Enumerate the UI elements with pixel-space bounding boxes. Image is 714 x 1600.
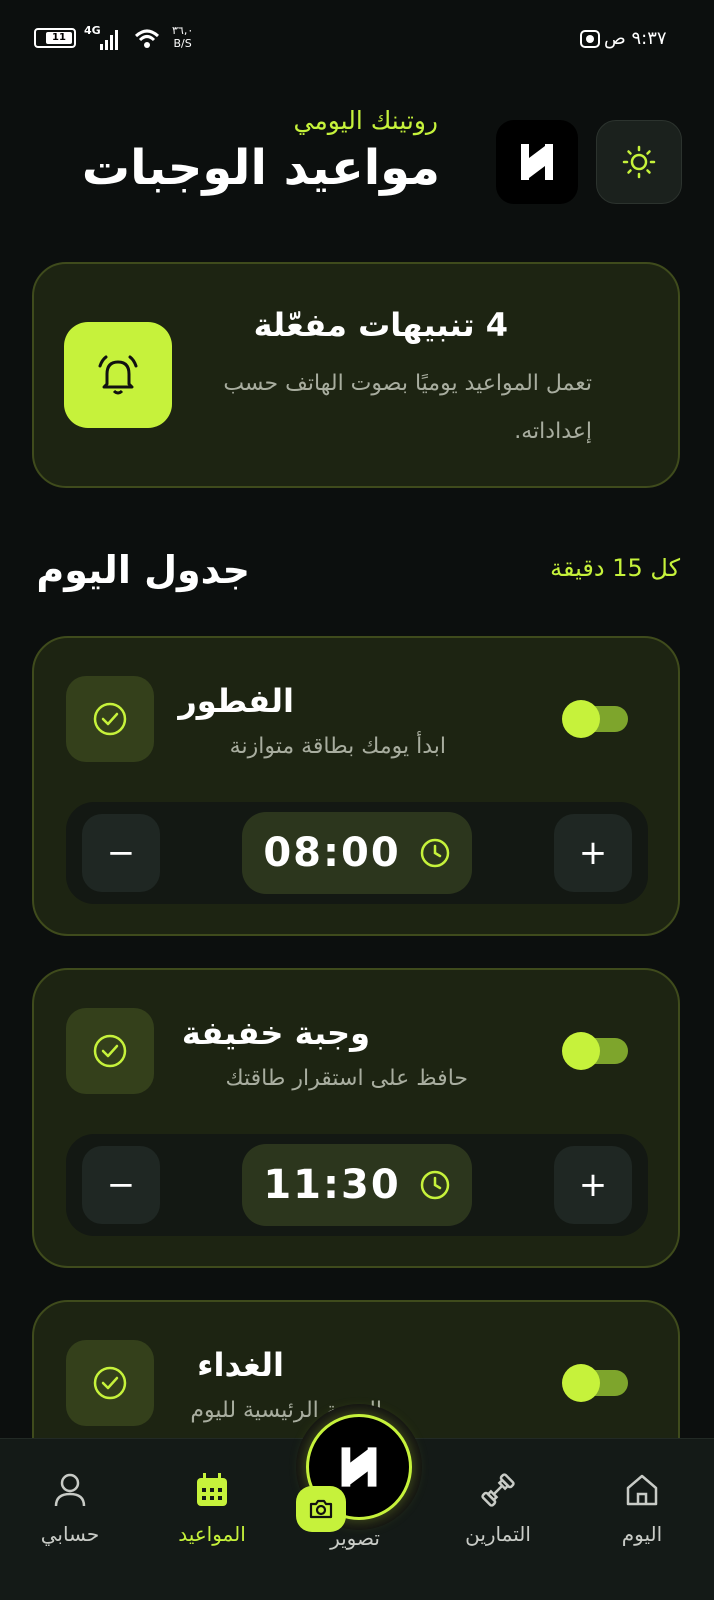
nav-workouts[interactable]: التمارين — [438, 1470, 558, 1546]
decrease-time-button[interactable]: − — [82, 1146, 160, 1224]
nav-home[interactable]: اليوم — [582, 1470, 702, 1546]
nav-home-label: اليوم — [621, 1522, 663, 1546]
nav-schedule-label: المواعيد — [178, 1522, 246, 1546]
clock: ٩:٣٧ ص — [604, 28, 667, 49]
logo-icon — [521, 144, 553, 180]
nav-account[interactable]: حسابي — [10, 1470, 130, 1546]
time-display[interactable]: 11:30 — [242, 1144, 472, 1226]
signal-icon — [100, 30, 118, 50]
increase-time-button[interactable]: + — [554, 814, 632, 892]
meal-check[interactable] — [66, 1340, 154, 1426]
clock-icon — [420, 838, 449, 868]
camera-icon — [309, 1499, 333, 1519]
wifi-icon — [134, 29, 160, 48]
nav-schedule[interactable]: المواعيد — [152, 1470, 272, 1546]
screen-record-icon — [580, 30, 600, 48]
check-circle-icon — [93, 1366, 127, 1400]
dumbbell-icon — [481, 1473, 515, 1507]
time-value: 08:00 — [263, 830, 401, 876]
page-title: مواعيد الوجبات — [81, 140, 440, 196]
decrease-time-button[interactable]: − — [82, 814, 160, 892]
meal-name: الفطور — [178, 682, 294, 720]
meal-name: الغداء — [197, 1346, 284, 1384]
nav-account-label: حسابي — [40, 1522, 100, 1546]
alerts-bell — [64, 322, 172, 428]
meal-description: حافظ على استقرار طاقتك — [225, 1066, 468, 1091]
page-subtitle: روتينك اليومي — [293, 106, 438, 135]
net-speed: ٣٦,٠ B/S — [172, 24, 194, 50]
meal-toggle[interactable] — [562, 700, 628, 738]
clock-icon — [420, 1170, 449, 1200]
nav-workouts-label: التمارين — [465, 1522, 531, 1546]
meal-check[interactable] — [66, 676, 154, 762]
alerts-title: 4 تنبيهات مفعّلة — [253, 306, 508, 344]
meal-name: وجبة خفيفة — [181, 1014, 370, 1052]
logo-button[interactable] — [496, 120, 578, 204]
battery-icon: 11 — [34, 28, 76, 48]
network-type: 4G — [84, 24, 101, 37]
meal-toggle[interactable] — [562, 1364, 628, 1402]
home-icon — [626, 1474, 658, 1506]
bell-icon — [98, 355, 138, 395]
theme-toggle-button[interactable] — [596, 120, 682, 204]
meal-check[interactable] — [66, 1008, 154, 1094]
sun-icon — [622, 145, 656, 179]
schedule-interval: كل 15 دقيقة — [550, 554, 680, 582]
time-value: 11:30 — [263, 1162, 401, 1208]
status-bar: 11 4G ٣٦,٠ B/S ٩:٣٧ ص — [0, 0, 714, 80]
logo-icon — [341, 1447, 377, 1487]
check-circle-icon — [93, 1034, 127, 1068]
check-circle-icon — [93, 702, 127, 736]
calendar-icon — [197, 1473, 227, 1506]
user-icon — [54, 1473, 86, 1507]
time-display[interactable]: 08:00 — [242, 812, 472, 894]
increase-time-button[interactable]: + — [554, 1146, 632, 1224]
nav-capture-label: تصوير — [330, 1526, 380, 1550]
schedule-title: جدول اليوم — [36, 548, 250, 592]
meal-toggle[interactable] — [562, 1032, 628, 1070]
alerts-description: تعمل المواعيد يوميًا بصوت الهاتف حسب إعد… — [223, 371, 592, 444]
meal-description: ابدأ يومك بطاقة متوازنة — [229, 734, 446, 759]
